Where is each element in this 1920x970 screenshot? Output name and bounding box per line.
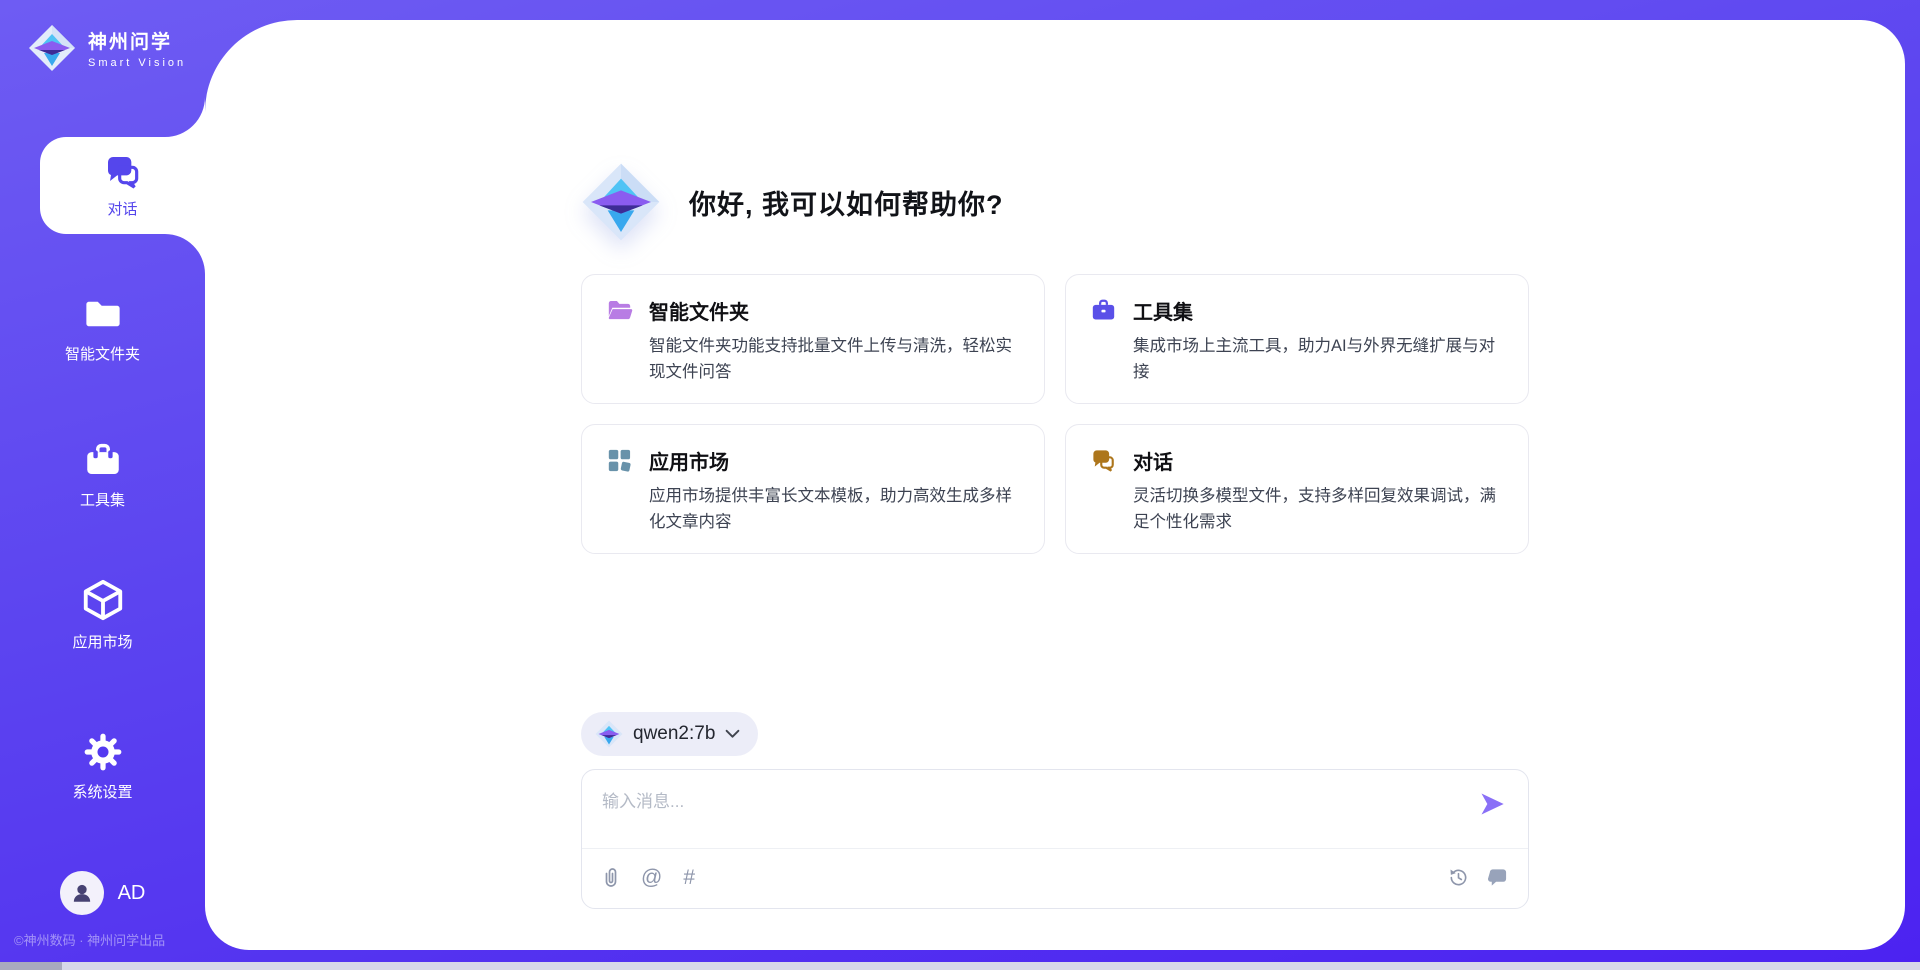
horizontal-scrollbar-thumb[interactable] <box>0 962 62 970</box>
toolbox-icon <box>82 439 124 481</box>
message-composer: @ # <box>581 769 1529 909</box>
greeting-text: 你好, 我可以如何帮助你? <box>689 183 1004 222</box>
card-description: 智能文件夹功能支持批量文件上传与清洗，轻松实现文件问答 <box>649 334 1024 385</box>
app-screen: 神州问学 Smart Vision 对话 智能文件夹 <box>0 0 1920 970</box>
model-selector[interactable]: qwen2:7b <box>581 712 758 756</box>
sidebar-item-label: 智能文件夹 <box>65 343 140 364</box>
card-smart-folder[interactable]: 智能文件夹 智能文件夹功能支持批量文件上传与清洗，轻松实现文件问答 <box>581 274 1045 404</box>
app-subtitle: Smart Vision <box>88 57 186 69</box>
user-initials: AD <box>118 882 146 905</box>
sidebar-item-app-market[interactable]: 应用市场 <box>0 577 205 652</box>
card-title: 应用市场 <box>649 446 729 475</box>
history-button[interactable] <box>1448 867 1469 888</box>
send-button[interactable] <box>1478 790 1506 818</box>
attach-file-button[interactable] <box>602 867 620 888</box>
model-name: qwen2:7b <box>633 723 715 745</box>
greeting-block: 你好, 我可以如何帮助你? <box>581 162 1529 242</box>
mention-button[interactable]: @ <box>641 867 662 888</box>
quick-action-cards: 智能文件夹 智能文件夹功能支持批量文件上传与清洗，轻松实现文件问答 工具集 集成… <box>581 274 1529 554</box>
message-input[interactable] <box>582 770 1442 842</box>
chat-icon <box>103 152 143 192</box>
card-title: 对话 <box>1133 446 1173 475</box>
open-folder-icon <box>606 297 633 324</box>
sidebar-item-label: 应用市场 <box>72 631 132 652</box>
paperclip-icon <box>602 867 620 888</box>
brand-diamond-icon <box>581 162 661 242</box>
gear-icon <box>82 731 124 773</box>
app-logo: 神州问学 Smart Vision <box>28 24 186 72</box>
mention-icon: @ <box>641 866 662 889</box>
card-description: 集成市场上主流工具，助力AI与外界无缝扩展与对接 <box>1133 334 1508 385</box>
tab-fillet-top <box>165 97 205 137</box>
sidebar-item-label: 系统设置 <box>72 781 132 802</box>
app-name: 神州问学 <box>88 27 186 54</box>
card-title: 工具集 <box>1133 296 1193 325</box>
chevron-down-icon <box>725 729 740 739</box>
card-title: 智能文件夹 <box>649 296 749 325</box>
briefcase-icon <box>1090 297 1117 324</box>
folder-icon <box>82 293 124 335</box>
card-app-market[interactable]: 应用市场 应用市场提供丰富长文本模板，助力高效生成多样化文章内容 <box>581 424 1045 554</box>
sidebar-item-settings[interactable]: 系统设置 <box>0 731 205 802</box>
user-profile[interactable]: AD <box>0 871 205 915</box>
cube-icon <box>80 577 126 623</box>
sidebar-item-chat[interactable]: 对话 <box>40 137 205 234</box>
horizontal-scrollbar[interactable] <box>0 962 1920 970</box>
brand-diamond-icon <box>28 24 76 72</box>
main-content: 你好, 我可以如何帮助你? 智能文件夹 智能文件夹功能支持批量文件上传与清洗，轻… <box>205 20 1905 950</box>
comment-icon <box>1487 867 1508 888</box>
history-icon <box>1448 867 1469 888</box>
hash-icon: # <box>683 866 695 889</box>
card-toolset[interactable]: 工具集 集成市场上主流工具，助力AI与外界无缝扩展与对接 <box>1065 274 1529 404</box>
sidebar-item-smart-folder[interactable]: 智能文件夹 <box>0 293 205 364</box>
brand-diamond-icon <box>595 720 623 748</box>
card-description: 应用市场提供丰富长文本模板，助力高效生成多样化文章内容 <box>649 484 1024 535</box>
tab-fillet-bottom <box>165 234 205 274</box>
hashtag-button[interactable]: # <box>683 867 695 888</box>
copyright-text: ©神州数码 · 神州问学出品 <box>14 930 165 949</box>
sidebar: 神州问学 Smart Vision 对话 智能文件夹 <box>0 0 205 970</box>
avatar <box>60 871 104 915</box>
sidebar-item-label: 工具集 <box>80 489 125 510</box>
feedback-button[interactable] <box>1487 867 1508 888</box>
person-icon <box>68 879 96 907</box>
chat-bubbles-icon <box>1090 447 1117 474</box>
send-icon <box>1478 790 1506 818</box>
card-description: 灵活切换多模型文件，支持多样回复效果调试，满足个性化需求 <box>1133 484 1508 535</box>
card-chat[interactable]: 对话 灵活切换多模型文件，支持多样回复效果调试，满足个性化需求 <box>1065 424 1529 554</box>
sidebar-item-label: 对话 <box>107 198 137 219</box>
sidebar-item-toolset[interactable]: 工具集 <box>0 439 205 510</box>
composer-toolbar: @ # <box>582 847 1528 908</box>
apps-grid-icon <box>606 447 633 474</box>
